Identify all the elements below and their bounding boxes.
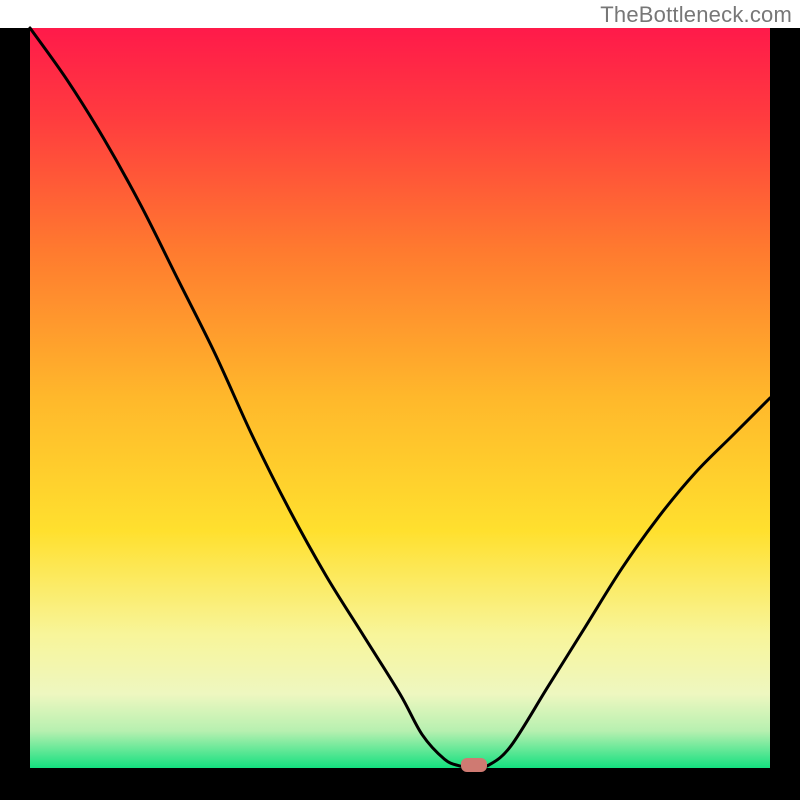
minimum-marker [461, 758, 487, 772]
bottleneck-chart [0, 0, 800, 800]
attribution-label: TheBottleneck.com [600, 2, 792, 28]
plot-area [30, 28, 770, 772]
chart-container: TheBottleneck.com [0, 0, 800, 800]
gradient-background [30, 28, 770, 768]
